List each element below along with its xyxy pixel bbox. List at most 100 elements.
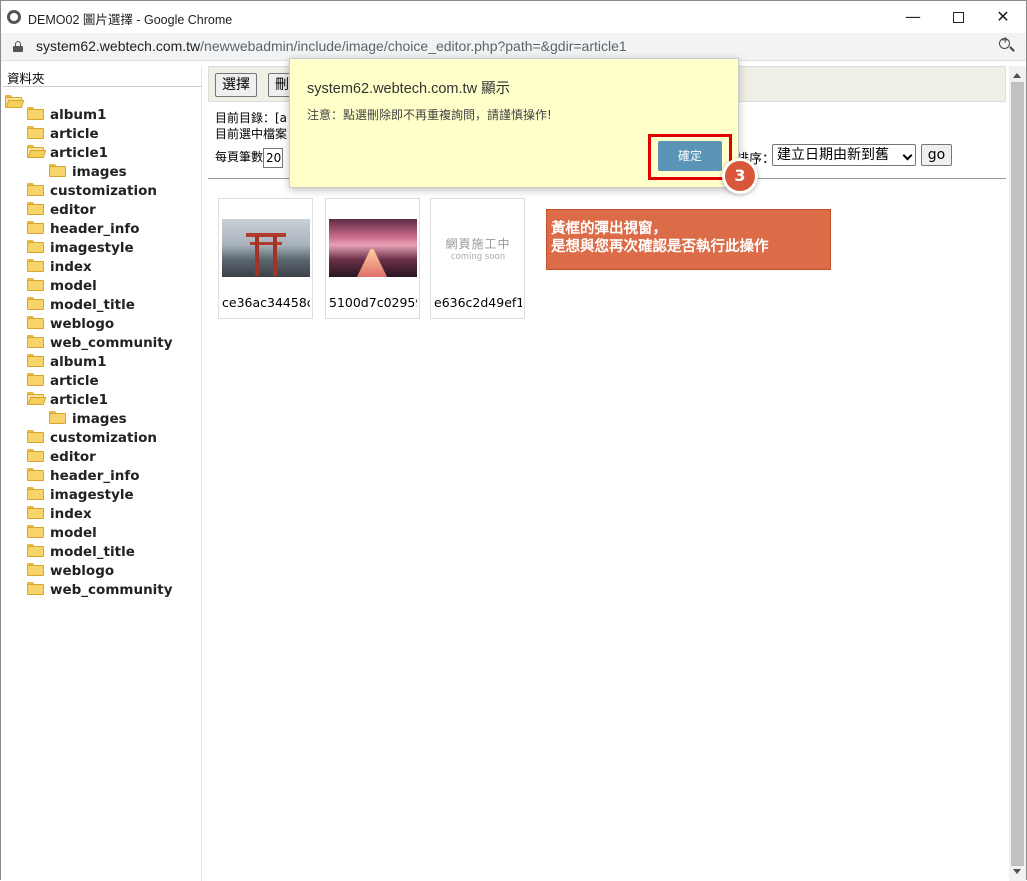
folder-item[interactable]: header_info (27, 467, 140, 486)
folder-item-label: editor (50, 202, 96, 218)
select-button[interactable]: 選擇 (215, 73, 257, 97)
folder-item[interactable]: weblogo (27, 315, 114, 334)
folder-icon (27, 430, 44, 443)
folder-item-label: index (50, 259, 92, 275)
image-thumbnail[interactable]: ce36ac34458c (218, 198, 313, 319)
folder-item-label: editor (50, 449, 96, 465)
folder-icon (27, 297, 44, 310)
zoom-icon[interactable] (999, 35, 1015, 54)
close-button[interactable]: ✕ (980, 1, 1026, 33)
folder-item[interactable]: article (27, 372, 99, 391)
folder-icon (27, 373, 44, 386)
folder-item[interactable]: header_info (27, 220, 140, 239)
step-badge: 3 (722, 158, 758, 194)
folder-open-icon (27, 392, 47, 405)
sort-select[interactable]: 建立日期由新到舊 (772, 144, 916, 166)
maximize-button[interactable] (935, 1, 981, 33)
lock-icon[interactable] (13, 41, 23, 52)
folder-item[interactable]: weblogo (27, 562, 114, 581)
go-button[interactable]: go (921, 144, 952, 166)
folder-icon (49, 411, 66, 424)
folder-icon (27, 183, 44, 196)
folder-item-label: imagestyle (50, 240, 134, 256)
folder-open-icon (27, 145, 47, 158)
root-folder-icon[interactable] (5, 95, 25, 108)
folder-icon (27, 487, 44, 500)
current-file: 目前選中檔案 (215, 127, 288, 141)
folder-item-label: images (72, 164, 127, 180)
folder-item-label: weblogo (50, 316, 115, 332)
placeholder-title: 網頁施工中 (445, 237, 511, 251)
folder-item-label: web_community (50, 335, 173, 351)
folder-item[interactable]: customization (27, 182, 157, 201)
folder-item-label: customization (50, 430, 158, 446)
annotation-callout: 黃框的彈出視窗， 是想與您再次確認是否執行此操作 (546, 209, 831, 270)
scroll-up-icon[interactable] (1013, 73, 1021, 78)
folder-item-label: customization (50, 183, 158, 199)
folder-item[interactable]: images (49, 163, 127, 182)
folder-item[interactable]: article (27, 125, 99, 144)
folder-item[interactable]: model_title (27, 543, 135, 562)
address-bar[interactable]: system62.webtech.com.tw/newwebadmin/incl… (1, 33, 1026, 61)
folder-item-label: web_community (50, 582, 173, 598)
folder-item[interactable]: web_community (27, 581, 173, 600)
folder-item[interactable]: editor (27, 448, 96, 467)
folder-item-label: album1 (50, 107, 107, 123)
folder-item[interactable]: album1 (27, 106, 106, 125)
chevron-down-icon (902, 150, 913, 161)
folder-item-label: article (50, 373, 99, 389)
folder-icon (27, 221, 44, 234)
highlight-box: 確定 (648, 134, 732, 180)
url-text[interactable]: system62.webtech.com.tw/newwebadmin/incl… (36, 38, 627, 54)
thumbnail-caption: e636c2d49ef1 (434, 295, 522, 310)
per-page-input[interactable]: 20 (263, 147, 284, 168)
folder-item[interactable]: index (27, 505, 92, 524)
scrollbar-thumb[interactable] (1011, 82, 1024, 866)
folder-item[interactable]: imagestyle (27, 239, 134, 258)
folder-icon (27, 468, 44, 481)
folder-item-label: album1 (50, 354, 107, 370)
dialog-message: 注意：點選刪除即不再重複詢問，請謹慎操作! (307, 108, 552, 122)
folder-panel: 資料夾 album1 article article1 images customiza… (3, 66, 202, 881)
folder-icon (27, 316, 44, 329)
vertical-scrollbar[interactable] (1009, 66, 1026, 881)
scroll-down-icon[interactable] (1013, 869, 1021, 874)
folder-item-label: index (50, 506, 92, 522)
image-browser: 選擇 刪 目前目錄：[a 目前選中檔案 每頁筆數 20 排序： 建立日期由新到舊 … (208, 66, 1006, 881)
folder-item-label: model (50, 278, 97, 294)
folder-item[interactable]: images (49, 410, 127, 429)
folder-item-label: images (72, 411, 127, 427)
folder-icon (27, 582, 44, 595)
cherry-blossom-image (329, 219, 417, 277)
folder-item[interactable]: article1 (27, 391, 108, 410)
annotation-line-2: 是想與您再次確認是否執行此操作 (551, 238, 769, 255)
folder-item[interactable]: model (27, 277, 97, 296)
folder-icon (27, 126, 44, 139)
folder-item-label: model_title (50, 297, 135, 313)
folder-icon (27, 202, 44, 215)
folder-item[interactable]: article1 (27, 144, 108, 163)
folder-item-label: imagestyle (50, 487, 134, 503)
folder-item[interactable]: model_title (27, 296, 135, 315)
folder-item[interactable]: index (27, 258, 92, 277)
folder-icon (27, 354, 44, 367)
minimize-button[interactable]: — (890, 1, 936, 33)
maximize-icon (952, 12, 964, 23)
folder-item[interactable]: editor (27, 201, 96, 220)
ok-button[interactable]: 確定 (658, 141, 722, 171)
confirm-dialog: system62.webtech.com.tw 顯示 注意：點選刪除即不再重複詢… (289, 58, 739, 188)
folder-icon (27, 525, 44, 538)
current-directory: 目前目錄：[a (215, 111, 288, 125)
folder-item[interactable]: album1 (27, 353, 106, 372)
folder-item[interactable]: web_community (27, 334, 173, 353)
folder-item-label: header_info (50, 468, 140, 484)
image-thumbnail[interactable]: 網頁施工中 coming soon e636c2d49ef1 (430, 198, 525, 319)
folder-item[interactable]: customization (27, 429, 157, 448)
folder-item[interactable]: model (27, 524, 97, 543)
folder-item[interactable]: imagestyle (27, 486, 134, 505)
url-path: /newwebadmin/include/image/choice_editor… (200, 38, 627, 54)
folder-icon (27, 335, 44, 348)
folder-icon (27, 278, 44, 291)
per-page: 每頁筆數 20 (215, 146, 284, 168)
image-thumbnail[interactable]: 5100d7c02959 (325, 198, 420, 319)
